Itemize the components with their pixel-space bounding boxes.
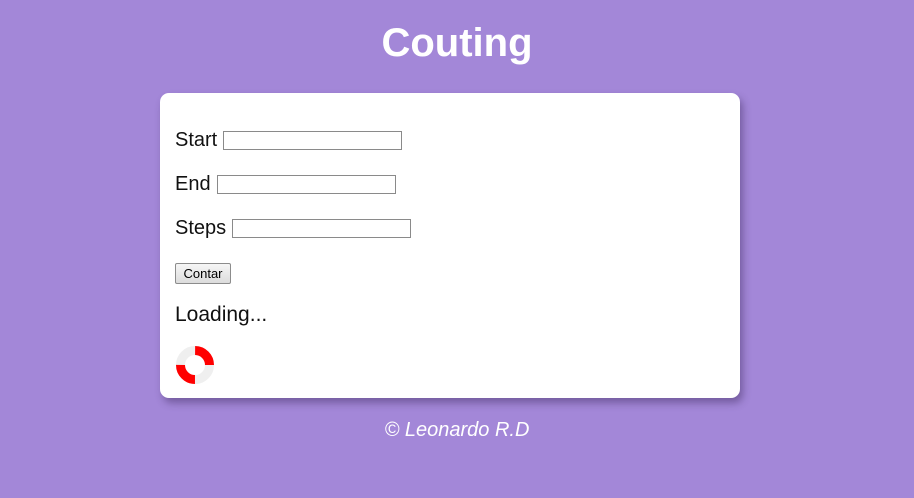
start-input[interactable]: [223, 130, 403, 150]
page-title: Couting: [381, 21, 533, 65]
end-input[interactable]: [216, 174, 396, 194]
steps-field-row: Steps: [175, 216, 412, 240]
spinner-graphic: [176, 346, 214, 384]
footer-copyright: © Leonardo R.D: [384, 419, 530, 441]
start-field-row: Start: [175, 128, 403, 152]
loading-status-text: Loading...: [175, 303, 268, 326]
steps-label: Steps: [175, 217, 227, 239]
end-field-row: End: [175, 172, 396, 196]
steps-input[interactable]: [232, 218, 412, 238]
start-label: Start: [175, 129, 218, 151]
end-label: End: [175, 173, 211, 195]
count-button[interactable]: Contar: [175, 263, 231, 284]
counting-card: Start End Steps Contar Loading...: [160, 93, 740, 398]
loading-spinner-icon: [175, 345, 215, 385]
